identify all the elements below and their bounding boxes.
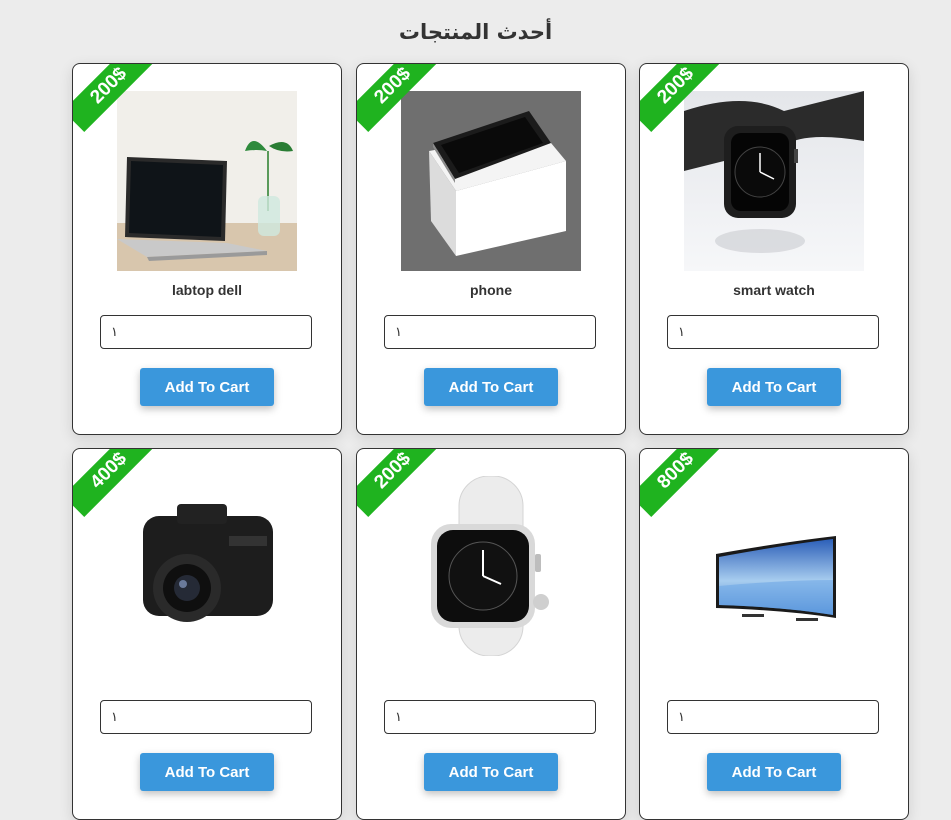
product-name: labtop dell (172, 282, 242, 298)
quantity-input[interactable] (100, 700, 312, 734)
smartwatch-image[interactable] (684, 91, 864, 271)
quantity-input[interactable] (667, 315, 879, 349)
product-card-phone: 200$ phone Add To Cart (356, 63, 626, 435)
product-card-white-watch: 200$ Add To Cart (356, 448, 626, 820)
add-to-cart-button[interactable]: Add To Cart (140, 368, 274, 406)
phone-image[interactable] (401, 91, 581, 271)
quantity-input[interactable] (100, 315, 312, 349)
product-name: smart watch (733, 282, 815, 298)
laptop-image[interactable] (117, 91, 297, 271)
product-card-laptop: 200$ labtop dell Add To Cart (72, 63, 342, 435)
product-card-camera: 400$ Add To Cart (72, 448, 342, 820)
add-to-cart-button[interactable]: Add To Cart (140, 753, 274, 791)
camera-image[interactable] (117, 476, 297, 656)
quantity-input[interactable] (667, 700, 879, 734)
white-watch-image[interactable] (401, 476, 581, 656)
product-card-tv: 800$ Add To Cart (639, 448, 909, 820)
add-to-cart-button[interactable]: Add To Cart (424, 753, 558, 791)
tv-image[interactable] (684, 476, 864, 656)
product-card-smartwatch: 200$ smart watch Add To Cart (639, 63, 909, 435)
quantity-input[interactable] (384, 700, 596, 734)
product-name: phone (470, 282, 512, 298)
page-title: أحدث المنتجات (398, 20, 553, 45)
add-to-cart-button[interactable]: Add To Cart (707, 368, 841, 406)
quantity-input[interactable] (384, 315, 596, 349)
add-to-cart-button[interactable]: Add To Cart (707, 753, 841, 791)
add-to-cart-button[interactable]: Add To Cart (424, 368, 558, 406)
